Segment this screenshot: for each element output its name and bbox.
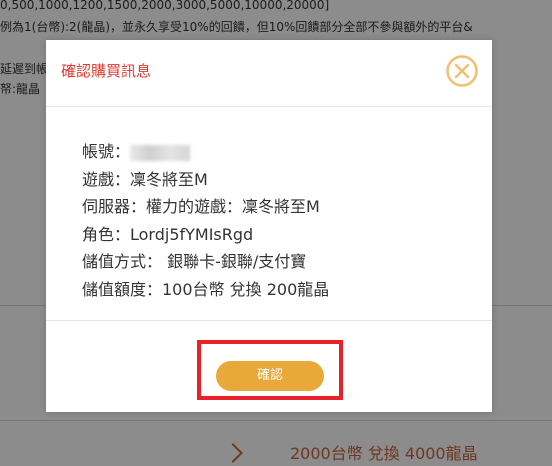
account-row: 帳號： — [82, 138, 492, 166]
purchase-confirm-dialog: 帳號： 遊戲：凜冬將至M 伺服器：權力的遊戲：凜冬將至M 角色：Lordj5fY… — [46, 40, 492, 412]
dialog-header: 確認購買訊息 — [46, 40, 492, 107]
close-button[interactable] — [446, 55, 478, 87]
close-circle-icon — [446, 55, 478, 87]
account-value-redacted — [130, 144, 191, 161]
dialog-title: 確認購買訊息 — [61, 62, 152, 80]
amount-row: 儲值額度：100台幣 兌換 200龍晶 — [82, 279, 330, 299]
role-row: 角色：Lordj5fYMIsRgd — [82, 224, 254, 244]
payment-method-row: 儲值方式： 銀聯卡-銀聯/支付寶 — [82, 252, 307, 271]
confirm-button[interactable]: 確認 — [216, 361, 324, 391]
game-row: 遊戲：凜冬將至M — [82, 169, 208, 189]
server-row: 伺服器：權力的遊戲：凜冬將至M — [82, 197, 320, 216]
dialog-footer: 確認 — [46, 322, 492, 412]
account-label: 帳號： — [82, 142, 131, 161]
